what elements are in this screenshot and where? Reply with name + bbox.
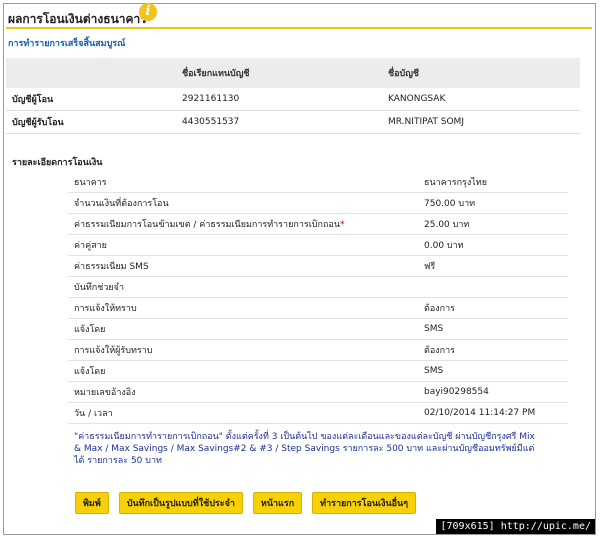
details-table: ธนาคาร ธนาคารกรุงไทย จำนวนเงินที่ต้องการโ… <box>68 172 568 424</box>
detail-row: แจ้งโดย SMS <box>68 360 568 382</box>
detail-value: 750.00 บาท <box>418 192 568 214</box>
detail-row: จำนวนเงินที่ต้องการโอน 750.00 บาท <box>68 192 568 214</box>
table-row: บัญชีผู้โอน 2921161130 KANONGSAK <box>6 88 580 111</box>
account-number: 2921161130 <box>182 88 388 111</box>
required-marker: * <box>339 220 345 230</box>
detail-row: แจ้งโดย SMS <box>68 318 568 340</box>
row-label: บัญชีผู้โอน <box>6 88 182 111</box>
detail-row: การแจ้งให้ผู้รับทราบ ต้องการ <box>68 339 568 361</box>
detail-value: 02/10/2014 11:14:27 PM <box>418 402 568 424</box>
detail-value: ธนาคารกรุงไทย <box>418 172 568 193</box>
detail-row: หมายเลขอ้างอิง bayi90298554 <box>68 381 568 403</box>
status-message: การทำรายการเสร็จสิ้นสมบูรณ์ <box>8 39 126 49</box>
title-divider <box>6 27 592 29</box>
new-transfer-button[interactable]: ทำรายการโอนเงินอื่นๆ <box>312 492 417 514</box>
detail-row: บันทึกช่วยจำ <box>68 276 568 298</box>
detail-value: 0.00 บาท <box>418 234 568 256</box>
detail-label: การแจ้งให้ทราบ <box>68 297 418 319</box>
details-heading: รายละเอียดการโอนเงิน <box>12 158 103 168</box>
detail-row: ธนาคาร ธนาคารกรุงไทย <box>68 172 568 193</box>
account-name: MR.NITIPAT SOMJ <box>388 110 580 134</box>
detail-label: ค่าธรรมเนียม SMS <box>68 255 418 277</box>
detail-value <box>418 276 568 298</box>
detail-value: ฟรี <box>418 255 568 277</box>
detail-label: แจ้งโดย <box>68 360 418 382</box>
detail-label: ธนาคาร <box>68 172 418 193</box>
detail-value: SMS <box>418 318 568 340</box>
detail-value: SMS <box>418 360 568 382</box>
column-header-account-name: ชื่อบัญชี <box>388 58 580 88</box>
detail-value: ต้องการ <box>418 297 568 319</box>
detail-value: ต้องการ <box>418 339 568 361</box>
action-buttons: พิมพ์ บันทึกเป็นรูปแบบที่ใช้ประจำ หน้าแร… <box>75 492 417 514</box>
detail-row: ค่าคู่สาย 0.00 บาท <box>68 234 568 256</box>
table-row: บัญชีผู้รับโอน 4430551537 MR.NITIPAT SOM… <box>6 110 580 134</box>
image-credit: [709x615] http://upic.me/ <box>436 519 595 534</box>
detail-label: วัน / เวลา <box>68 402 418 424</box>
detail-label: ค่าธรรมเนียมการโอนข้ามเขต / ค่าธรรมเนียม… <box>74 220 340 230</box>
detail-row: ค่าธรรมเนียมการโอนข้ามเขต / ค่าธรรมเนียม… <box>68 213 568 235</box>
detail-value: bayi90298554 <box>418 381 568 403</box>
home-button[interactable]: หน้าแรก <box>252 492 303 514</box>
detail-label: แจ้งโดย <box>68 318 418 340</box>
detail-label: จำนวนเงินที่ต้องการโอน <box>68 192 418 214</box>
detail-label: หมายเลขอ้างอิง <box>68 381 418 403</box>
detail-row: การแจ้งให้ทราบ ต้องการ <box>68 297 568 319</box>
print-button[interactable]: พิมพ์ <box>75 492 109 514</box>
detail-label: ค่าคู่สาย <box>68 234 418 256</box>
info-icon[interactable]: i <box>139 3 157 21</box>
column-header-alias: ชื่อเรียกแทนบัญชี <box>182 58 388 88</box>
fee-note: "ค่าธรรมเนียมการทำรายการเบิกถอน" ตั้งแต่… <box>74 432 535 466</box>
detail-label: บันทึกช่วยจำ <box>68 276 418 298</box>
detail-value: 25.00 บาท <box>418 213 568 235</box>
save-template-button[interactable]: บันทึกเป็นรูปแบบที่ใช้ประจำ <box>118 492 243 514</box>
account-number: 4430551537 <box>182 110 388 134</box>
account-name: KANONGSAK <box>388 88 580 111</box>
table-header-row: ชื่อเรียกแทนบัญชี ชื่อบัญชี <box>6 58 580 88</box>
row-label: บัญชีผู้รับโอน <box>6 110 182 134</box>
detail-row: วัน / เวลา 02/10/2014 11:14:27 PM <box>68 402 568 424</box>
accounts-table: ชื่อเรียกแทนบัญชี ชื่อบัญชี บัญชีผู้โอน … <box>6 58 580 134</box>
detail-row: ค่าธรรมเนียม SMS ฟรี <box>68 255 568 277</box>
detail-label: การแจ้งให้ผู้รับทราบ <box>68 339 418 361</box>
